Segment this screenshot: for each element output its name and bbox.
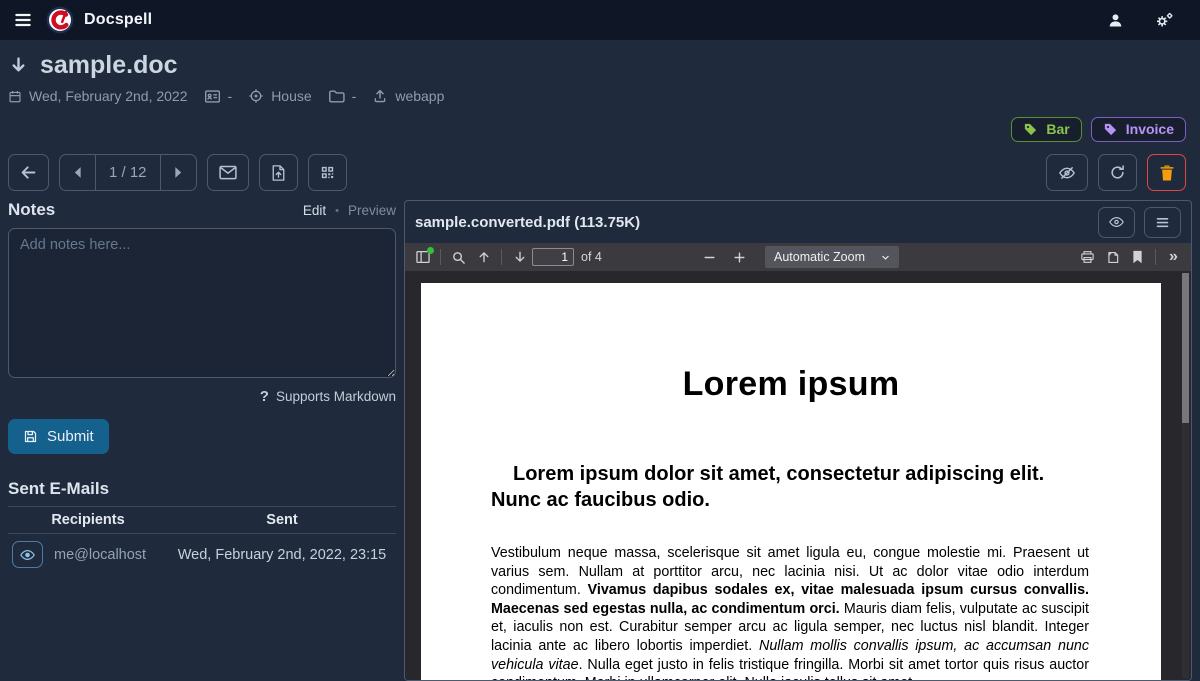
bookmark-button[interactable] [1125, 246, 1150, 268]
notes-input[interactable] [8, 228, 396, 378]
tag-label: Invoice [1126, 121, 1174, 137]
top-navbar: Docspell [0, 0, 1200, 40]
table-row: me@localhost Wed, February 2nd, 2022, 23… [8, 534, 396, 571]
tag-icon [1023, 122, 1038, 137]
concerned-label: House [271, 88, 311, 104]
previous-page-button[interactable] [471, 246, 496, 268]
next-attachment-button[interactable] [160, 155, 196, 190]
pdf-page: Lorem ipsum Lorem ipsum dolor sit amet, … [421, 283, 1161, 680]
attachment-page-indicator: 1 / 12 [95, 155, 160, 190]
dot-separator: • [335, 205, 339, 217]
separator [1155, 249, 1156, 265]
add-file-button[interactable] [259, 154, 298, 191]
back-button[interactable] [8, 154, 49, 191]
zoom-out-button[interactable] [697, 246, 722, 268]
page-number-input[interactable] [532, 248, 574, 266]
folder-item[interactable]: - [328, 88, 357, 104]
sent-emails-table: Recipients Sent me@localhost [8, 506, 396, 570]
source-item: webapp [372, 88, 444, 104]
viewer-scrollbar[interactable] [1182, 273, 1189, 678]
user-icon[interactable] [1107, 12, 1124, 29]
save-icon [23, 429, 38, 444]
mail-sent-date: Wed, February 2nd, 2022, 23:15 [168, 534, 396, 571]
date-label: Wed, February 2nd, 2022 [29, 88, 188, 104]
pdf-doc-title: Lorem ipsum [421, 365, 1161, 404]
submit-label: Submit [47, 428, 94, 445]
scrollbar-thumb[interactable] [1182, 273, 1189, 423]
document-meta-row: Wed, February 2nd, 2022 - House - webapp [8, 88, 1192, 104]
sidebar-toggle-button[interactable] [410, 246, 435, 268]
download-file-button[interactable] [1100, 246, 1125, 268]
hide-button[interactable] [1046, 154, 1088, 191]
notes-preview-tab[interactable]: Preview [348, 203, 396, 218]
brand-name: Docspell [84, 11, 152, 29]
send-mail-button[interactable] [207, 154, 249, 191]
find-button[interactable] [446, 246, 471, 268]
markdown-hint: ? Supports Markdown [8, 388, 396, 405]
source-label: webapp [395, 88, 444, 104]
concerned-item[interactable]: House [248, 88, 311, 104]
pdf-doc-paragraph: Vestibulum neque massa, scelerisque sit … [491, 544, 1089, 680]
more-tools-button[interactable]: » [1161, 246, 1186, 268]
date-item: Wed, February 2nd, 2022 [8, 88, 188, 104]
notes-edit-tab[interactable]: Edit [303, 203, 326, 218]
tag-label: Bar [1046, 121, 1069, 137]
document-title-row: sample.doc [8, 51, 1192, 80]
print-button[interactable] [1075, 246, 1100, 268]
download-arrow-icon[interactable] [8, 55, 29, 76]
pdf-viewer[interactable]: Lorem ipsum Lorem ipsum dolor sit amet, … [405, 271, 1191, 680]
tag-icon [1103, 122, 1118, 137]
view-mail-button[interactable] [12, 541, 43, 568]
pdf-file-label: sample.converted.pdf (113.75K) [415, 214, 640, 231]
upload-icon [372, 88, 388, 104]
calendar-icon [8, 89, 22, 104]
attachment-pager: 1 / 12 [59, 154, 197, 191]
settings-gears-icon[interactable] [1154, 11, 1175, 30]
column-recipients: Recipients [8, 507, 168, 534]
document-title: sample.doc [40, 51, 178, 80]
zoom-select[interactable]: Automatic Zoom [765, 246, 899, 268]
prev-attachment-button[interactable] [60, 155, 95, 190]
attachment-menu-button[interactable] [1144, 207, 1181, 238]
menu-icon[interactable] [13, 10, 33, 30]
separator [501, 249, 502, 265]
submit-notes-button[interactable]: Submit [8, 419, 109, 454]
tag-invoice[interactable]: Invoice [1091, 117, 1186, 142]
chevron-down-icon [881, 253, 890, 262]
separator [440, 249, 441, 265]
zoom-in-button[interactable] [727, 246, 752, 268]
question-mark-icon: ? [260, 388, 269, 405]
pdf-doc-heading: Lorem ipsum dolor sit amet, consectetur … [491, 461, 1068, 513]
zoom-select-value: Automatic Zoom [774, 250, 865, 264]
reload-button[interactable] [1098, 154, 1137, 191]
markdown-hint-label: Supports Markdown [276, 389, 396, 404]
folder-icon [328, 89, 345, 104]
correspondent-label: - [228, 88, 233, 104]
crosshair-icon [248, 88, 264, 104]
action-toolbar: 1 / 12 [8, 154, 1192, 191]
tags-row: Bar Invoice [8, 117, 1186, 142]
notes-heading: Notes [8, 200, 55, 220]
docspell-logo-icon [46, 6, 74, 34]
left-sidebar: Notes Edit • Preview ? Supports Markdown… [8, 200, 396, 570]
next-page-button[interactable] [507, 246, 532, 268]
preview-eye-button[interactable] [1098, 207, 1135, 238]
pdf-preview-panel: sample.converted.pdf (113.75K) [404, 200, 1192, 681]
tag-bar[interactable]: Bar [1011, 117, 1081, 142]
brand[interactable]: Docspell [46, 6, 152, 34]
notification-dot [427, 247, 434, 254]
page-count-label: of 4 [581, 250, 602, 264]
qr-code-button[interactable] [308, 154, 347, 191]
pdfjs-toolbar: of 4 Automatic Zoom [405, 243, 1191, 271]
mail-recipient: me@localhost [54, 547, 146, 563]
sent-emails-heading: Sent E-Mails [8, 479, 396, 499]
id-card-icon [204, 89, 221, 104]
column-sent: Sent [168, 507, 396, 534]
folder-label: - [352, 88, 357, 104]
correspondent-item[interactable]: - [204, 88, 233, 104]
delete-button[interactable] [1147, 154, 1186, 191]
